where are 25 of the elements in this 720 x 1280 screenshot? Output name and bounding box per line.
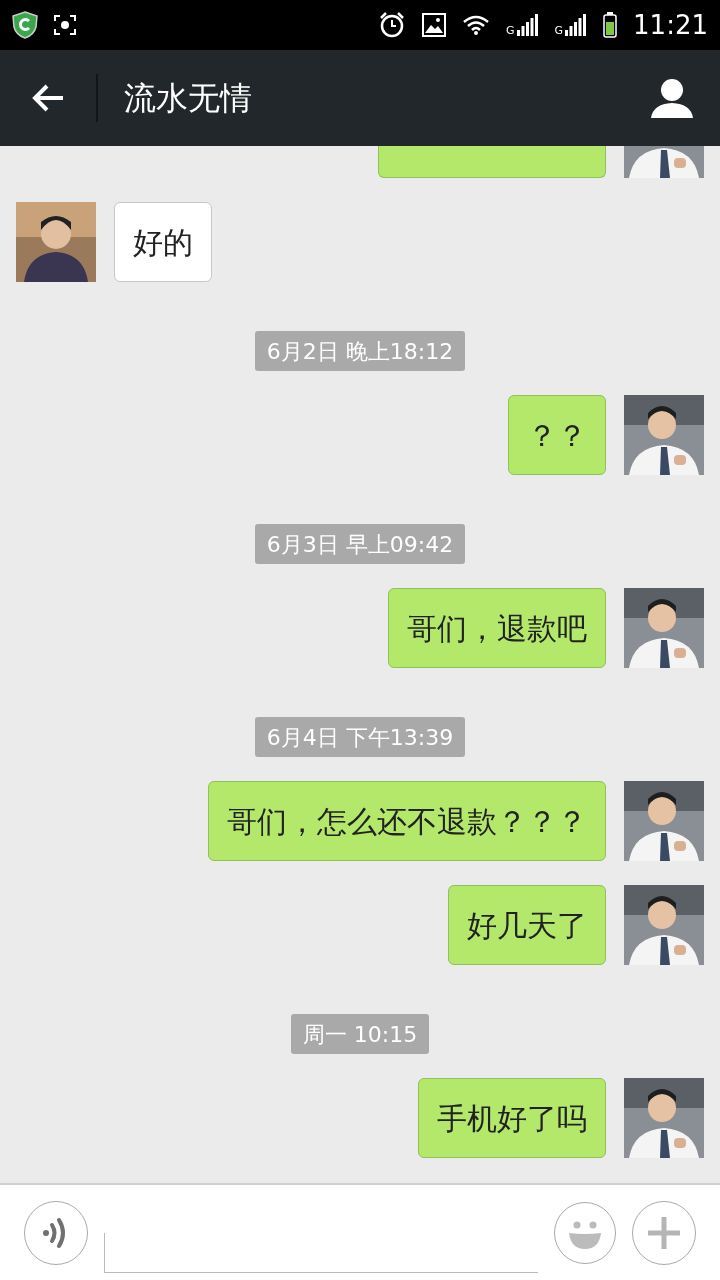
image-icon <box>422 13 446 37</box>
message-bubble: 哥们，退款吧 <box>388 588 606 668</box>
chat-title: 流水无情 <box>124 78 253 119</box>
battery-icon <box>603 12 618 38</box>
message-bubble: 哥们，怎么还不退款？？？ <box>208 781 606 861</box>
back-icon <box>31 83 65 113</box>
signal-icon <box>516 14 539 36</box>
alarm-icon <box>378 11 406 39</box>
shield-icon <box>12 11 38 39</box>
screenshot-icon <box>54 15 76 35</box>
signal-icon <box>565 14 588 36</box>
message-bubble: 好几天了 <box>448 885 606 965</box>
message-bubble: 好的 <box>114 202 212 282</box>
plus-icon <box>646 1214 682 1251</box>
network-type: G <box>554 25 564 36</box>
timestamp: 6月2日 晚上18:12 <box>254 331 466 371</box>
clock: 11:21 <box>633 8 708 42</box>
timestamp: 6月3日 早上09:42 <box>254 524 466 564</box>
timestamp: 周一 10:15 <box>290 1014 430 1054</box>
message-bubble: ？？ <box>508 395 606 475</box>
wifi-icon <box>462 14 490 36</box>
message-bubble: 手机好了吗 <box>418 1078 606 1158</box>
timestamp: 6月4日 下午13:39 <box>254 717 466 757</box>
person-icon <box>651 78 693 118</box>
network-type: G <box>506 25 515 36</box>
